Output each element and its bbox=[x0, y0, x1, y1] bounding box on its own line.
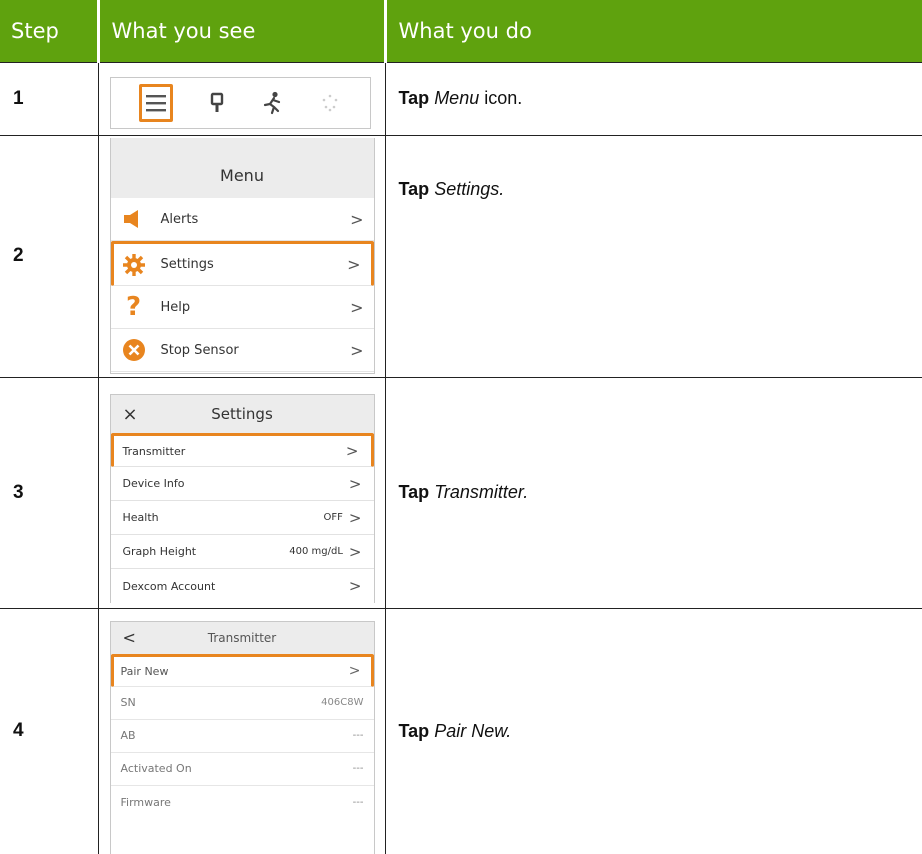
chevron-right-icon: > bbox=[348, 577, 362, 595]
settings-item-device-info[interactable]: Device Info > bbox=[110, 467, 374, 501]
action-verb: Tap bbox=[398, 720, 430, 741]
steps-table: Step What you see What you do 1 Tap Menu… bbox=[0, 0, 922, 854]
settings-header: × Settings bbox=[110, 395, 374, 433]
menu-item-settings[interactable]: Settings > bbox=[110, 241, 374, 286]
nav-bar-screenshot bbox=[109, 77, 371, 129]
transmitter-item-pair-new[interactable]: Pair New > bbox=[110, 653, 374, 687]
action-cell: Tap Transmitter. bbox=[384, 376, 922, 609]
settings-screenshot: × Settings Transmitter > Device Info > H… bbox=[109, 394, 375, 603]
action-cell: Tap Menu icon. bbox=[384, 61, 922, 136]
chevron-right-icon: > bbox=[345, 442, 359, 460]
chevron-right-icon: > bbox=[350, 209, 364, 229]
transmitter-item-activated-on: Activated On --- bbox=[110, 753, 374, 786]
action-target: Settings. bbox=[434, 178, 505, 199]
step-number: 1 bbox=[0, 61, 99, 136]
table-row: 1 Tap Menu icon. bbox=[0, 61, 922, 136]
settings-item-health[interactable]: Health OFF > bbox=[110, 501, 374, 535]
close-icon[interactable]: × bbox=[123, 404, 143, 425]
menu-screenshot: Menu Alerts > Settings > ? Help > Stop S… bbox=[109, 138, 375, 374]
step-number: 4 bbox=[0, 607, 99, 854]
chevron-right-icon: > bbox=[348, 542, 362, 561]
chevron-right-icon: > bbox=[348, 663, 361, 679]
action-cell: Tap Settings. bbox=[384, 134, 922, 378]
question-mark-icon: ? bbox=[125, 292, 142, 322]
header-row: Step What you see What you do bbox=[0, 0, 922, 62]
header-what-you-do: What you do bbox=[383, 0, 922, 62]
menu-item-alerts[interactable]: Alerts > bbox=[110, 198, 374, 241]
table-row: 4 < Transmitter Pair New > SN 406C8W AB … bbox=[0, 607, 922, 854]
transmitter-item-sn: SN 406C8W bbox=[110, 687, 374, 720]
settings-item-transmitter[interactable]: Transmitter > bbox=[110, 433, 374, 467]
screen-cell: × Settings Transmitter > Device Info > H… bbox=[97, 376, 386, 609]
action-suffix: icon. bbox=[479, 88, 523, 108]
menu-icon[interactable] bbox=[138, 84, 173, 122]
table-row: 3 × Settings Transmitter > Device Info > bbox=[0, 376, 922, 609]
transmitter-title: Transmitter bbox=[207, 630, 277, 645]
chevron-right-icon: > bbox=[350, 297, 364, 317]
screen-cell: < Transmitter Pair New > SN 406C8W AB --… bbox=[97, 607, 386, 854]
table-row: 2 Menu Alerts > Settings > ? Help > Stop… bbox=[0, 134, 922, 378]
action-verb: Tap bbox=[398, 88, 430, 108]
header-step: Step bbox=[0, 0, 98, 62]
nav-bar bbox=[111, 78, 370, 128]
transmitter-item-ab: AB --- bbox=[110, 720, 374, 753]
screen-cell bbox=[97, 61, 386, 136]
exercise-icon bbox=[261, 91, 283, 115]
transmitter-icon bbox=[209, 92, 225, 114]
transmitter-item-firmware: Firmware --- bbox=[120, 795, 364, 809]
menu-item-help[interactable]: ? Help > bbox=[110, 286, 374, 329]
step-number: 2 bbox=[0, 134, 99, 378]
speaker-icon bbox=[121, 206, 147, 232]
gear-icon bbox=[121, 252, 147, 278]
header-what-you-see: What you see bbox=[96, 0, 385, 62]
screen-cell: Menu Alerts > Settings > ? Help > Stop S… bbox=[97, 134, 386, 378]
chevron-right-icon: > bbox=[347, 255, 361, 274]
settings-item-graph-height[interactable]: Graph Height 400 mg/dL > bbox=[110, 535, 374, 569]
action-verb: Tap bbox=[398, 178, 430, 199]
chevron-right-icon: > bbox=[350, 340, 364, 360]
chevron-right-icon: > bbox=[348, 508, 362, 527]
settings-title: Settings bbox=[211, 405, 273, 423]
action-cell: Tap Pair New. bbox=[384, 607, 922, 854]
stop-icon bbox=[121, 337, 147, 363]
back-icon[interactable]: < bbox=[123, 628, 143, 647]
loading-dots-icon bbox=[319, 92, 341, 114]
transmitter-screenshot: < Transmitter Pair New > SN 406C8W AB --… bbox=[109, 620, 375, 854]
step-number: 3 bbox=[0, 376, 99, 609]
chevron-right-icon: > bbox=[348, 474, 362, 493]
menu-item-stop-sensor[interactable]: Stop Sensor > bbox=[110, 329, 374, 372]
settings-item-dexcom-account[interactable]: Dexcom Account > bbox=[111, 569, 374, 603]
action-verb: Tap bbox=[398, 482, 430, 502]
transmitter-header: < Transmitter bbox=[110, 621, 374, 654]
menu-title: Menu bbox=[110, 154, 374, 198]
action-target: Menu bbox=[434, 88, 480, 108]
action-target: Pair New. bbox=[434, 720, 512, 741]
action-target: Transmitter. bbox=[434, 482, 529, 502]
